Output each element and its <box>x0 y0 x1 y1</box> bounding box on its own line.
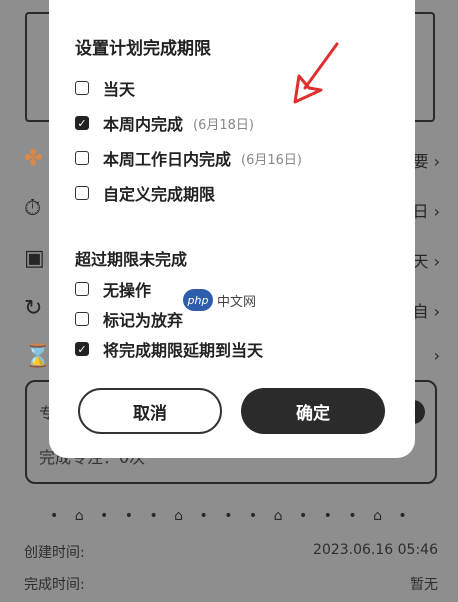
option-label: 本周工作日内完成 <box>103 150 232 169</box>
option-label: 标记为放弃 <box>103 311 184 330</box>
option-date-hint: (6月16日) <box>241 152 302 168</box>
repeat-icon: ↻ <box>24 296 43 321</box>
cancel-button[interactable]: 取消 <box>78 388 222 434</box>
dialog-title: 设置计划完成期限 <box>75 39 211 59</box>
option-this-week[interactable]: ✓ 本周内完成 (6月18日) <box>75 111 254 135</box>
option-custom-deadline[interactable]: 自定义完成期限 <box>75 181 215 205</box>
annotation-arrow-icon <box>293 42 339 104</box>
bg-row-value: › <box>433 346 440 365</box>
overdue-option-extend[interactable]: ✓ 将完成期限延期到当天 <box>75 337 263 361</box>
overdue-option-mark-abandoned[interactable]: 标记为放弃 <box>75 307 183 331</box>
calendar-check-icon: ▣ <box>24 246 45 271</box>
watermark-text: 中文网 <box>217 294 257 310</box>
option-label: 将完成期限延期到当天 <box>103 341 264 360</box>
option-label: 自定义完成期限 <box>103 185 216 204</box>
completed-time-label: 完成时间: <box>24 577 85 593</box>
decorative-lotus-dots: • ⌂ • • • ⌂ • • • ⌂ • • • ⌂ • <box>50 508 413 524</box>
bg-row-value: 自 › <box>412 302 441 321</box>
option-label: 本周内完成 <box>103 115 184 134</box>
checkbox-checked-icon[interactable]: ✓ <box>75 342 89 356</box>
completed-time-row: 完成时间: 暂无 <box>24 574 438 594</box>
php-logo: php <box>183 289 213 311</box>
overdue-option-no-action[interactable]: 无操作 <box>75 277 151 301</box>
apps-icon: ✤ <box>24 146 43 171</box>
created-time-value: 2023.06.16 05:46 <box>313 542 438 558</box>
checkbox-icon[interactable] <box>75 282 89 296</box>
bg-row-value: 天 › <box>412 252 441 271</box>
checkbox-icon[interactable] <box>75 151 89 165</box>
completed-time-value: 暂无 <box>410 577 438 593</box>
checkbox-icon[interactable] <box>75 312 89 326</box>
checkbox-checked-icon[interactable]: ✓ <box>75 116 89 130</box>
option-label: 无操作 <box>103 281 152 300</box>
bg-row-value: 日 › <box>412 202 441 221</box>
created-time-row: 创建时间: 2023.06.16 05:46 <box>24 542 438 562</box>
bg-row-value: 要 › <box>412 152 441 171</box>
deadline-dialog: 设置计划完成期限 当天 ✓ 本周内完成 (6月18日) 本周工作日内完成 (6月… <box>49 0 415 458</box>
checkbox-icon[interactable] <box>75 186 89 200</box>
hourglass-icon: ⌛ <box>24 344 52 369</box>
option-this-workweek[interactable]: 本周工作日内完成 (6月16日) <box>75 146 302 170</box>
option-label: 当天 <box>103 80 136 99</box>
overdue-section-title: 超过期限未完成 <box>75 250 188 269</box>
timer-icon: ⏱ <box>24 196 42 221</box>
created-time-label: 创建时间: <box>24 545 85 561</box>
watermark: php 中文网 <box>183 288 256 312</box>
confirm-button[interactable]: 确定 <box>241 388 385 434</box>
checkbox-icon[interactable] <box>75 81 89 95</box>
option-date-hint: (6月18日) <box>193 117 254 133</box>
option-today[interactable]: 当天 <box>75 76 135 100</box>
